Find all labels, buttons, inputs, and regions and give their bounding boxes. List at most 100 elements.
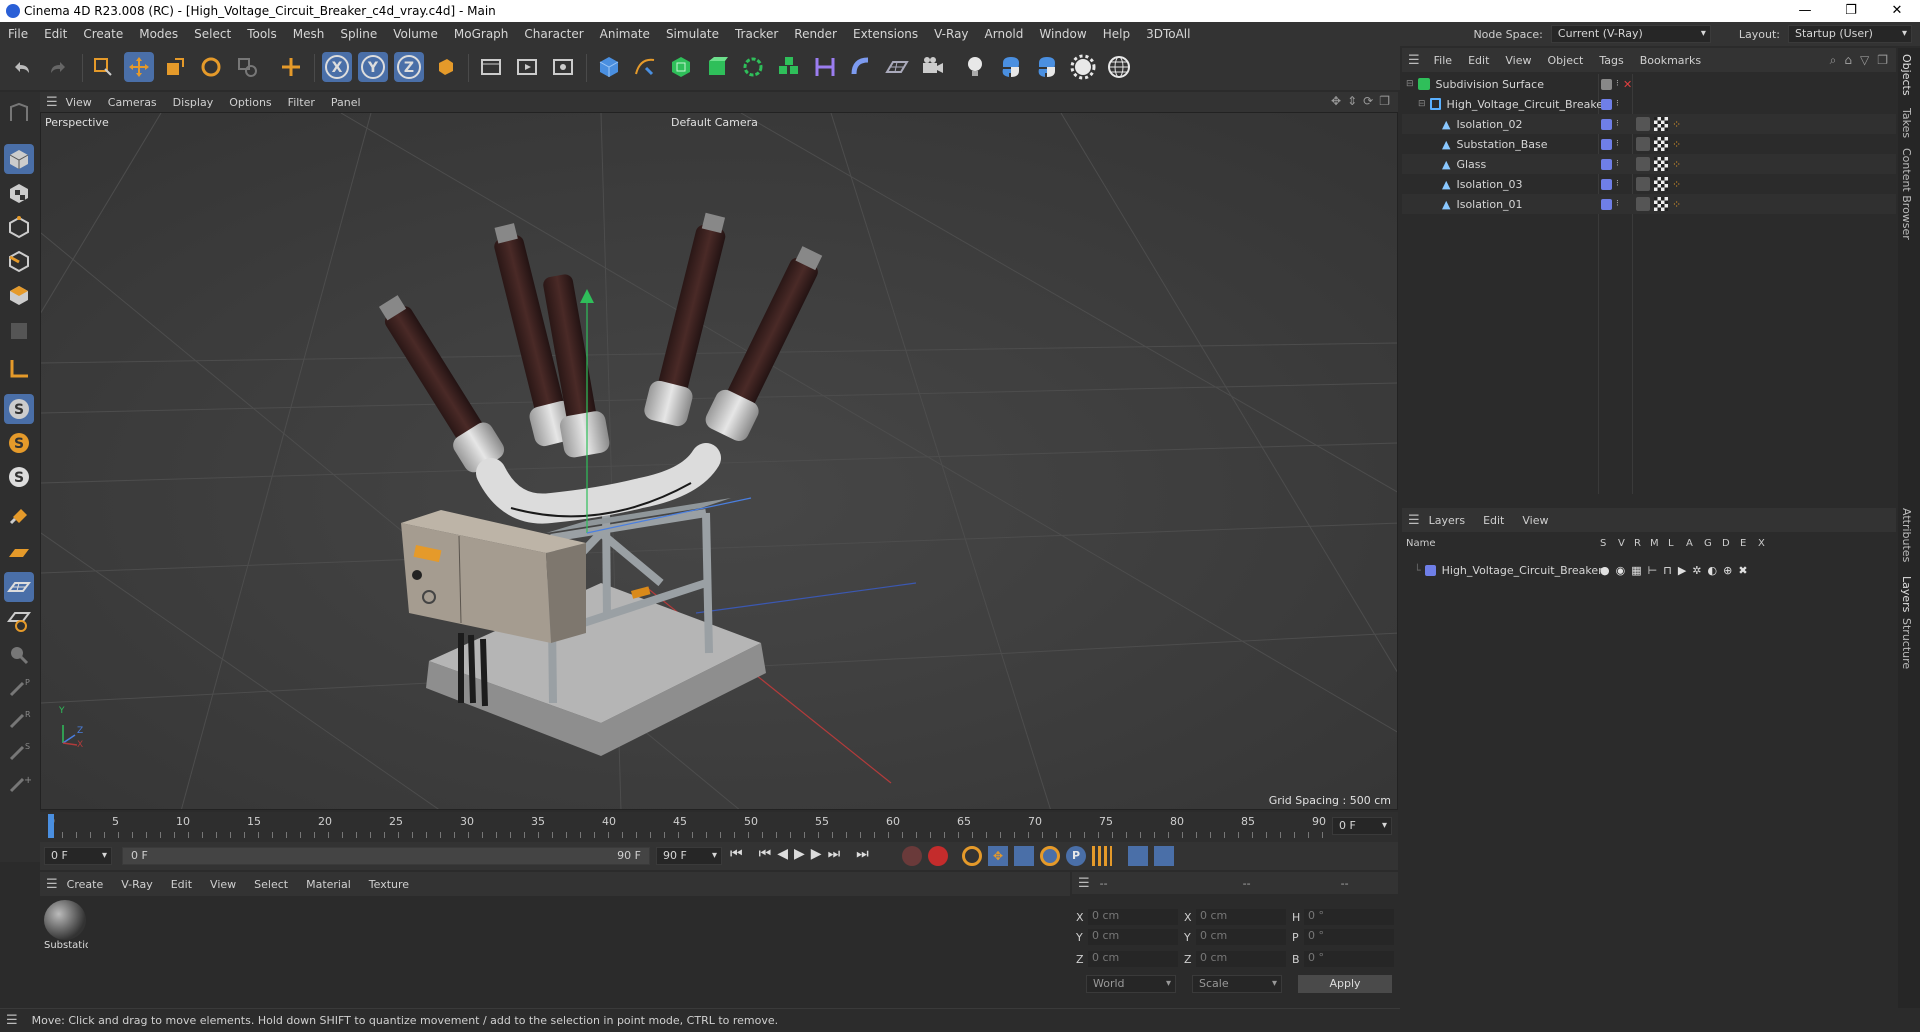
key-position-icon[interactable]: ✥: [988, 846, 1008, 866]
menu-create[interactable]: Create: [75, 27, 131, 41]
start-frame-field[interactable]: 0 F: [44, 847, 112, 865]
expression-icon[interactable]: ⊕: [1723, 564, 1732, 577]
tab-attributes[interactable]: Attributes: [1900, 508, 1913, 562]
menu-arnold[interactable]: Arnold: [977, 27, 1032, 41]
size-y-field[interactable]: 0 cm: [1196, 929, 1286, 945]
tab-objects[interactable]: Objects: [1900, 54, 1913, 96]
object-row[interactable]: ▲ Substation_Base ⁝ ⁘: [1402, 134, 1896, 154]
python-generator-icon[interactable]: [1032, 52, 1062, 82]
collapse-icon[interactable]: ⊟: [1406, 79, 1414, 89]
next-frame-icon[interactable]: ▶: [811, 846, 822, 862]
hamburger-icon[interactable]: ☰: [6, 1013, 18, 1028]
hamburger-icon[interactable]: ☰: [1078, 876, 1090, 891]
menu-character[interactable]: Character: [516, 27, 591, 41]
viewport-menu-view[interactable]: View: [58, 96, 100, 109]
render-view-icon[interactable]: [476, 52, 506, 82]
object-row[interactable]: ▲ Isolation_02 ⁝ ⁘: [1402, 114, 1896, 134]
timeline-ruler[interactable]: 0 5 10 15 20 25 30 35 40 45 50 55 60 65 …: [40, 812, 1398, 842]
perspective-viewport[interactable]: Y Z X Perspective Default Camera Grid Sp…: [40, 112, 1398, 810]
play-icon[interactable]: ▶: [794, 846, 805, 862]
dolly-view-icon[interactable]: ⇕: [1347, 94, 1357, 108]
filter-icon[interactable]: ▽: [1860, 53, 1869, 68]
layout-dropdown[interactable]: Startup (User): [1788, 25, 1912, 43]
edges-mode-icon[interactable]: [4, 246, 34, 276]
cube-primitive-icon[interactable]: [594, 52, 624, 82]
visibility-dots-icon[interactable]: ⁝: [1616, 159, 1619, 169]
material-menu-edit[interactable]: Edit: [162, 878, 201, 891]
key-rotation-icon[interactable]: [1040, 846, 1060, 866]
eye-icon[interactable]: ◉: [1616, 564, 1626, 577]
object-name[interactable]: Isolation_02: [1456, 118, 1522, 131]
vray-tag-icon[interactable]: ⁘: [1672, 118, 1681, 131]
hamburger-icon[interactable]: ☰: [1408, 53, 1420, 68]
sculpt-pose-icon[interactable]: P: [4, 672, 34, 702]
render-visibility-dots-icon[interactable]: ⁝: [1616, 79, 1619, 89]
uv-mode-icon[interactable]: [4, 316, 34, 346]
menu-simulate[interactable]: Simulate: [658, 27, 727, 41]
globe-icon[interactable]: [1104, 52, 1134, 82]
go-to-start-icon[interactable]: ⏮: [730, 846, 743, 862]
viewport-menu-display[interactable]: Display: [165, 96, 222, 109]
menu-tools[interactable]: Tools: [239, 27, 285, 41]
points-mode-icon[interactable]: [4, 212, 34, 242]
object-row[interactable]: ▲ Isolation_03 ⁝ ⁘: [1402, 174, 1896, 194]
autokeying-icon[interactable]: [928, 846, 948, 866]
viewport-menu-cameras[interactable]: Cameras: [100, 96, 165, 109]
material-menu-view[interactable]: View: [201, 878, 245, 891]
playhead[interactable]: [48, 814, 54, 838]
viewport-menu-panel[interactable]: Panel: [323, 96, 369, 109]
menu-volume[interactable]: Volume: [385, 27, 446, 41]
menu-render[interactable]: Render: [786, 27, 845, 41]
menu-vray[interactable]: V-Ray: [926, 27, 976, 41]
field-object-icon[interactable]: [846, 52, 876, 82]
coordinate-system-icon[interactable]: [430, 52, 460, 82]
texture-mode-icon[interactable]: [4, 178, 34, 208]
paint-icon[interactable]: [4, 640, 34, 670]
pan-view-icon[interactable]: ✥: [1331, 94, 1341, 108]
material-menu-select[interactable]: Select: [245, 878, 297, 891]
workplane-icon[interactable]: [4, 538, 34, 568]
phong-tag-icon[interactable]: [1636, 157, 1650, 171]
collapse-icon[interactable]: ⊟: [1418, 99, 1426, 109]
layer-color-icon[interactable]: [1601, 158, 1612, 170]
position-z-field[interactable]: 0 cm: [1088, 951, 1178, 967]
rotate-tool-icon[interactable]: [196, 52, 226, 82]
menu-select[interactable]: Select: [186, 27, 239, 41]
material-menu-texture[interactable]: Texture: [360, 878, 418, 891]
camera-object-icon[interactable]: [918, 52, 948, 82]
axis-mode-icon[interactable]: [4, 354, 34, 384]
world-axis-icon[interactable]: [276, 52, 306, 82]
layer-name[interactable]: High_Voltage_Circuit_Breaker: [1442, 564, 1603, 577]
menu-mesh[interactable]: Mesh: [285, 27, 333, 41]
coordinate-space-dropdown[interactable]: World: [1086, 975, 1176, 993]
toggle-layout-icon[interactable]: ❐: [1379, 94, 1390, 108]
undo-icon[interactable]: [6, 52, 36, 82]
magnet-icon[interactable]: [4, 500, 34, 530]
film-icon[interactable]: ▦: [1631, 564, 1641, 577]
key-scale-icon[interactable]: [1014, 846, 1034, 866]
material-tag-icon[interactable]: [1654, 137, 1668, 151]
render-to-picture-viewer-icon[interactable]: [512, 52, 542, 82]
visibility-dots-icon[interactable]: ⁝: [1616, 99, 1619, 109]
layer-color-icon[interactable]: [1601, 138, 1612, 150]
visibility-dots-icon[interactable]: ⁝: [1616, 199, 1619, 209]
sculpt-rotate-icon[interactable]: R: [4, 704, 34, 734]
position-x-field[interactable]: 0 cm: [1088, 909, 1178, 925]
search-icon[interactable]: ⌕: [1830, 53, 1837, 68]
rotate-view-icon[interactable]: ⟳: [1363, 94, 1373, 108]
apply-button[interactable]: Apply: [1298, 975, 1392, 993]
snap-settings-icon[interactable]: S: [4, 428, 34, 458]
layer-color-icon[interactable]: [1424, 564, 1436, 576]
tab-layers[interactable]: Layers: [1900, 576, 1913, 612]
material-menu-vray[interactable]: V-Ray: [112, 878, 162, 891]
lock-icon[interactable]: ⊓: [1663, 564, 1672, 577]
go-to-end-icon[interactable]: ⏭: [856, 846, 869, 862]
minimize-button[interactable]: —: [1782, 0, 1828, 22]
menu-mograph[interactable]: MoGraph: [446, 27, 517, 41]
hamburger-icon[interactable]: ☰: [46, 95, 58, 110]
vray-tag-icon[interactable]: ⁘: [1672, 178, 1681, 191]
timeline-window-icon[interactable]: [1154, 846, 1174, 866]
menu-file[interactable]: File: [0, 27, 36, 41]
layer-color-icon[interactable]: [1601, 198, 1612, 210]
vray-tag-icon[interactable]: ⁘: [1672, 138, 1681, 151]
